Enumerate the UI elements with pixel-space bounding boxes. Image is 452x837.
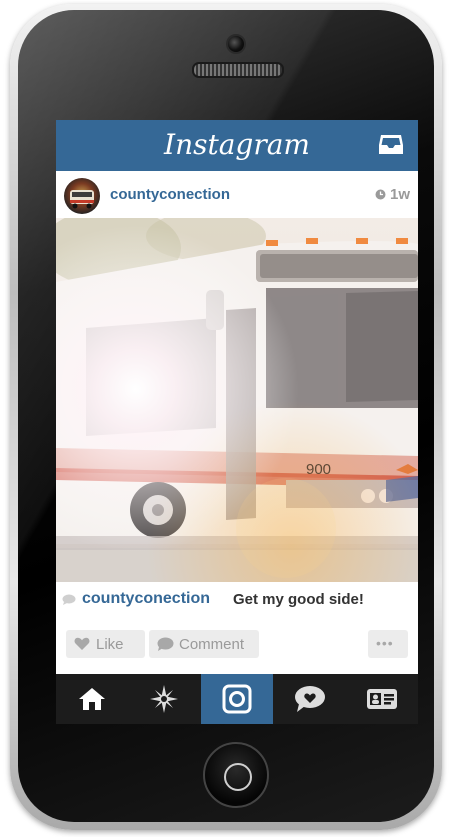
- inbox-icon[interactable]: [378, 134, 404, 156]
- comment-bubble-icon: [62, 594, 76, 605]
- tab-home[interactable]: [56, 674, 128, 724]
- action-row: Like Comment •••: [56, 626, 418, 662]
- caption-text: Get my good side!: [233, 591, 364, 608]
- tab-profile[interactable]: [346, 674, 418, 724]
- clock-icon: [375, 189, 386, 200]
- caption-username[interactable]: countyconection: [82, 590, 210, 608]
- comment-button[interactable]: Comment: [149, 630, 259, 658]
- profile-icon: [367, 689, 397, 709]
- camera-icon: [222, 684, 252, 714]
- app-title: Instagram: [164, 128, 310, 161]
- home-button-ring: [224, 763, 252, 791]
- tab-camera[interactable]: [201, 674, 273, 724]
- earpiece-speaker: [192, 62, 284, 78]
- app-header: Instagram: [56, 120, 418, 171]
- avatar[interactable]: [64, 178, 100, 214]
- home-icon: [79, 688, 105, 710]
- comment-icon: [157, 637, 174, 651]
- phone-screen: Instagram countyconection 1w countyconec…: [56, 120, 418, 724]
- activity-icon: [295, 686, 325, 712]
- tab-activity[interactable]: [274, 674, 346, 724]
- heart-icon: [74, 637, 90, 650]
- more-options-button[interactable]: •••: [368, 630, 408, 658]
- comment-label: Comment: [179, 636, 245, 653]
- post-username[interactable]: countyconection: [110, 186, 230, 203]
- post-photo[interactable]: 900: [56, 218, 418, 582]
- like-button[interactable]: Like: [66, 630, 145, 658]
- bottom-tab-bar: [56, 674, 418, 724]
- post-header: countyconection 1w: [56, 171, 418, 219]
- caption-row: countyconection Get my good side!: [56, 582, 418, 616]
- home-button[interactable]: [203, 742, 269, 808]
- like-label: Like: [96, 636, 124, 653]
- explore-icon: [150, 685, 178, 713]
- tab-explore[interactable]: [128, 674, 200, 724]
- front-camera: [226, 34, 246, 54]
- more-options-icon: •••: [376, 635, 394, 651]
- post-timestamp: 1w: [389, 186, 410, 203]
